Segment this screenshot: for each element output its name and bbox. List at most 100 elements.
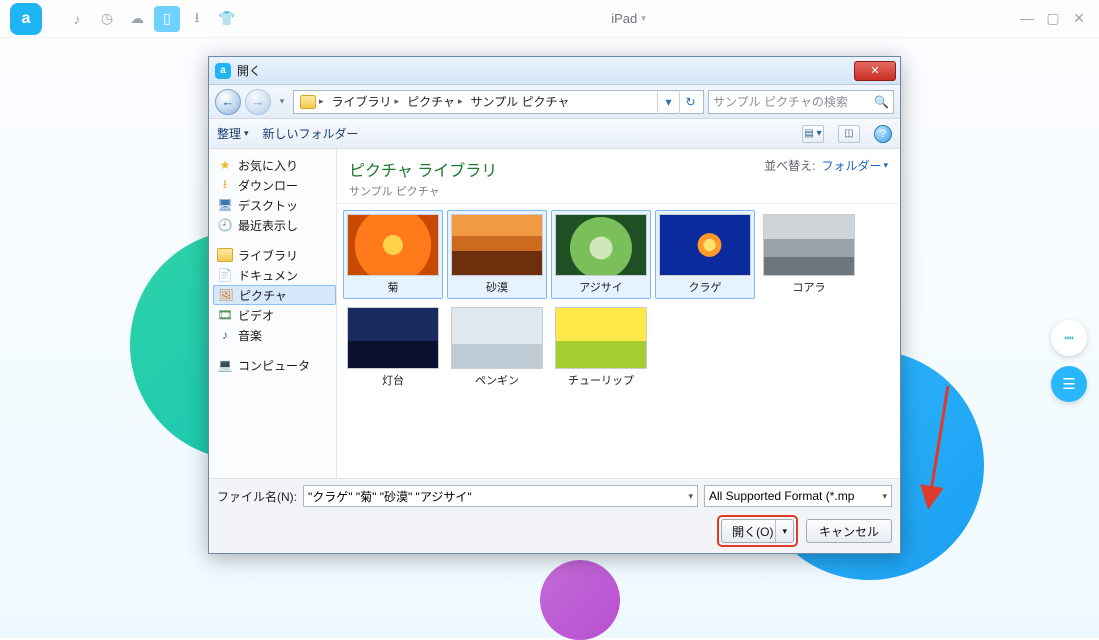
music-note-icon: ♪	[217, 327, 233, 343]
chevron-down-icon[interactable]: ▾	[882, 491, 887, 502]
nav-libraries[interactable]: ライブラリ	[213, 245, 336, 265]
nav-pictures[interactable]: 🖼ピクチャ	[213, 285, 336, 305]
open-split-dropdown[interactable]: ▾	[775, 520, 793, 542]
thumbnail-item[interactable]: アジサイ	[551, 210, 651, 299]
new-folder-button[interactable]: 新しいフォルダー	[263, 125, 359, 142]
nav-history-dropdown[interactable]: ▾	[275, 89, 289, 115]
nav-downloads[interactable]: ⭳ダウンロー	[213, 175, 336, 195]
search-input[interactable]: サンプル ピクチャの検索 🔍	[708, 90, 894, 114]
window-controls: — ▢ ✕	[1017, 10, 1089, 27]
sort-label: 並べ替え:	[764, 157, 815, 174]
path-box[interactable]: ▸ ライブラリ▸ ピクチャ▸ サンプル ピクチャ ▾ ↻	[293, 90, 704, 114]
library-header: ピクチャ ライブラリ サンプル ピクチャ 並べ替え: フォルダー▾	[337, 149, 900, 204]
organize-button[interactable]: 整理▾	[217, 125, 249, 142]
minimize-button[interactable]: —	[1017, 10, 1037, 27]
download-folder-icon: ⭳	[217, 177, 233, 193]
thumbnail-item[interactable]: ペンギン	[447, 303, 547, 392]
nav-music[interactable]: ♪音楽	[213, 325, 336, 345]
thumbnail-item[interactable]: 砂漠	[447, 210, 547, 299]
thumbnail-image	[451, 214, 543, 276]
recent-icon: 🕘	[217, 217, 233, 233]
path-seg-pictures[interactable]: ピクチャ	[407, 93, 455, 110]
document-icon: 📄	[217, 267, 233, 283]
thumbnail-image	[659, 214, 751, 276]
thumbnail-label: クラゲ	[659, 279, 751, 295]
thumbnail-item[interactable]: コアラ	[759, 210, 859, 299]
refresh-button[interactable]: ↻	[679, 90, 701, 114]
thumbnail-item[interactable]: 灯台	[343, 303, 443, 392]
toolbox-fab-icon[interactable]: ☰	[1051, 366, 1087, 402]
cancel-button[interactable]: キャンセル	[806, 519, 892, 543]
thumbnail-item[interactable]: 菊	[343, 210, 443, 299]
chevron-down-icon: ▾	[641, 13, 646, 24]
app-logo-icon: a	[10, 3, 42, 35]
open-button[interactable]: 開く(O) ▾	[721, 519, 794, 543]
path-seg-sample[interactable]: サンプル ピクチャ	[471, 93, 570, 110]
dialog-app-icon: a	[215, 63, 231, 79]
computer-icon: 💻	[217, 357, 233, 373]
thumbnail-label: 菊	[347, 279, 439, 295]
nav-computer[interactable]: 💻コンピュータ	[213, 355, 336, 375]
nav-desktop[interactable]: 🖥デスクトッ	[213, 195, 336, 215]
library-subheading: サンプル ピクチャ	[349, 183, 497, 199]
path-seg-library[interactable]: ライブラリ	[332, 93, 392, 110]
thumbnail-label: 灯台	[347, 372, 439, 388]
desktop-icon: 🖥	[217, 197, 233, 213]
clock-icon[interactable]: ◷	[94, 6, 120, 32]
thumbnail-image	[451, 307, 543, 369]
search-icon: 🔍	[874, 95, 889, 109]
thumbnail-label: ペンギン	[451, 372, 543, 388]
view-mode-button[interactable]: ▤ ▾	[802, 125, 824, 143]
cloud-icon[interactable]: ☁	[124, 6, 150, 32]
music-icon[interactable]: ♪	[64, 6, 90, 32]
path-dropdown-icon[interactable]: ▾	[657, 90, 679, 114]
picture-icon: 🖼	[218, 287, 234, 303]
nav-recent[interactable]: 🕘最近表示し	[213, 215, 336, 235]
back-button[interactable]: ←	[215, 89, 241, 115]
format-value: All Supported Format (*.mp	[709, 489, 854, 503]
preview-pane-button[interactable]: ◫	[838, 125, 860, 143]
download-icon[interactable]: ⭳	[184, 6, 210, 32]
grid-fab-icon[interactable]: ┉	[1051, 320, 1087, 356]
app-titlebar: a ♪ ◷ ☁ ▯ ⭳ 👕 iPad ▾ — ▢ ✕	[0, 0, 1099, 38]
format-select[interactable]: All Supported Format (*.mp ▾	[704, 485, 892, 507]
thumbnail-label: アジサイ	[555, 279, 647, 295]
open-button-highlight: 開く(O) ▾	[717, 515, 798, 547]
thumbnail-item[interactable]: チューリップ	[551, 303, 651, 392]
thumbnails-area[interactable]: 菊砂漠アジサイクラゲコアラ灯台ペンギンチューリップ	[337, 204, 900, 478]
nav-videos[interactable]: 🎞ビデオ	[213, 305, 336, 325]
maximize-button[interactable]: ▢	[1043, 10, 1063, 27]
library-heading: ピクチャ ライブラリ	[349, 157, 497, 181]
video-icon: 🎞	[217, 307, 233, 323]
thumbnail-label: 砂漠	[451, 279, 543, 295]
dialog-content: ピクチャ ライブラリ サンプル ピクチャ 並べ替え: フォルダー▾ 菊砂漠アジサ…	[337, 149, 900, 478]
app-title[interactable]: iPad ▾	[240, 11, 1017, 26]
thumbnail-image	[555, 307, 647, 369]
chevron-down-icon[interactable]: ▾	[688, 491, 693, 502]
close-button[interactable]: ✕	[1069, 10, 1089, 27]
filename-input[interactable]: "クラゲ" "菊" "砂漠" "アジサイ" ▾	[303, 485, 698, 507]
nav-favorites[interactable]: ★お気に入り	[213, 155, 336, 175]
dialog-close-button[interactable]: ✕	[854, 61, 896, 81]
dialog-bottom: ファイル名(N): "クラゲ" "菊" "砂漠" "アジサイ" ▾ All Su…	[209, 478, 900, 553]
search-placeholder: サンプル ピクチャの検索	[713, 93, 848, 110]
filename-label: ファイル名(N):	[217, 488, 297, 505]
fab-column: ┉ ☰	[1051, 320, 1087, 402]
thumbnail-item[interactable]: クラゲ	[655, 210, 755, 299]
open-dialog: a 開く ✕ ← → ▾ ▸ ライブラリ▸ ピクチャ▸ サンプル ピクチャ ▾ …	[208, 56, 901, 554]
forward-button[interactable]: →	[245, 89, 271, 115]
shirt-icon[interactable]: 👕	[214, 6, 240, 32]
folder-icon	[217, 248, 233, 262]
sort-dropdown[interactable]: フォルダー▾	[821, 157, 888, 174]
star-icon: ★	[217, 157, 233, 173]
help-icon[interactable]: ?	[874, 125, 892, 143]
thumbnail-image	[763, 214, 855, 276]
folder-icon	[300, 95, 316, 109]
thumbnail-image	[347, 214, 439, 276]
bubble-purple[interactable]	[540, 560, 620, 640]
device-icon[interactable]: ▯	[154, 6, 180, 32]
nav-documents[interactable]: 📄ドキュメン	[213, 265, 336, 285]
thumbnail-label: コアラ	[763, 279, 855, 295]
filename-value: "クラゲ" "菊" "砂漠" "アジサイ"	[308, 488, 472, 505]
app-toolbar: ♪ ◷ ☁ ▯ ⭳ 👕	[64, 6, 240, 32]
